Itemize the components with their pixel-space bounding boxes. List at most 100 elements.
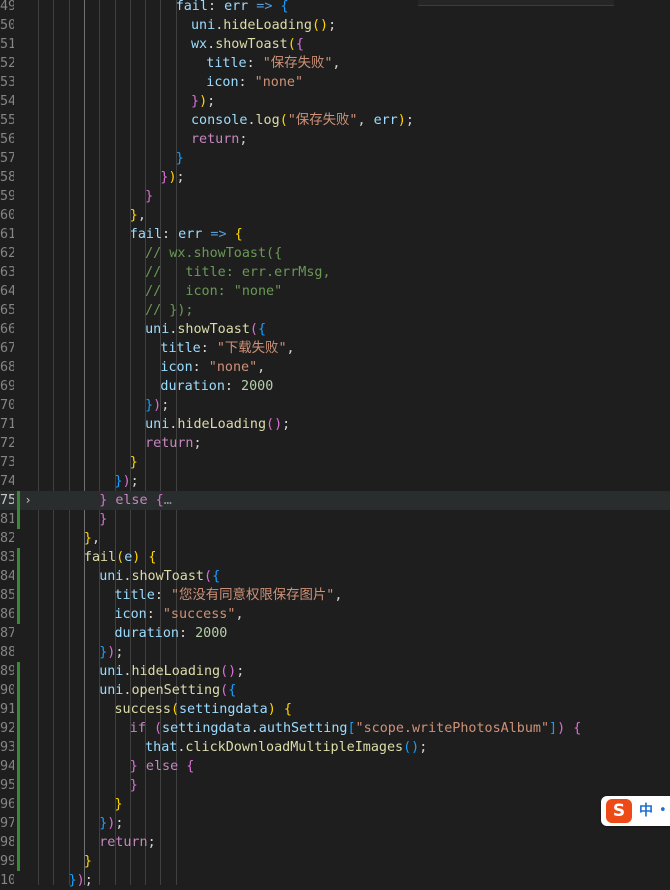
- code-line-88[interactable]: 88});: [0, 643, 670, 662]
- code-line-51[interactable]: 51 wx.showToast({: [0, 35, 670, 54]
- code-token: duration: [114, 626, 180, 641]
- code-line-70[interactable]: 70});: [0, 396, 670, 415]
- code-line-92[interactable]: 92 if (settingdata.authSetting["scope.wri…: [0, 719, 670, 738]
- git-modified-marker[interactable]: [17, 548, 20, 567]
- code-token: ;: [176, 170, 185, 185]
- line-number: 51: [0, 37, 14, 52]
- code-token: (: [279, 113, 288, 128]
- code-text: }: [145, 187, 153, 206]
- code-token: (): [311, 18, 329, 33]
- code-line-84[interactable]: 84 uni.showToast({: [0, 567, 670, 586]
- code-token: (: [220, 683, 229, 698]
- code-line-75[interactable]: 75 ›} else {…: [0, 491, 670, 510]
- code-token: ;: [147, 835, 156, 850]
- code-line-95[interactable]: 95}: [0, 776, 670, 795]
- code-line-50[interactable]: 50 uni.hideLoading();: [0, 16, 670, 35]
- git-modified-marker[interactable]: [17, 491, 20, 510]
- code-line-54[interactable]: 54});: [0, 92, 670, 111]
- code-line-94[interactable]: 94} else {: [0, 757, 670, 776]
- git-modified-marker[interactable]: [17, 662, 20, 681]
- code-token: {: [295, 37, 304, 52]
- chevron-right-icon[interactable]: ›: [22, 491, 34, 510]
- code-line-62[interactable]: 62 // wx.showToast({: [0, 244, 670, 263]
- git-modified-marker[interactable]: [17, 567, 20, 586]
- code-line-66[interactable]: 66 uni.showToast({: [0, 320, 670, 339]
- code-line-65[interactable]: 65 // });: [0, 301, 670, 320]
- code-line-60[interactable]: 60},: [0, 206, 670, 225]
- code-line-98[interactable]: 98 return;: [0, 833, 670, 852]
- code-line-69[interactable]: 69 duration: 2000: [0, 377, 670, 396]
- code-line-82[interactable]: 82},: [0, 529, 670, 548]
- git-modified-marker[interactable]: [17, 757, 20, 776]
- code-line-85[interactable]: 85 title: "您没有同意权限保存图片",: [0, 586, 670, 605]
- code-token: :: [224, 379, 242, 394]
- git-modified-marker[interactable]: [17, 795, 20, 814]
- sogou-s-icon[interactable]: S: [606, 799, 632, 823]
- code-text: duration: 2000: [160, 377, 273, 396]
- code-line-91[interactable]: 91 success(settingdata) {: [0, 700, 670, 719]
- code-line-97[interactable]: 97});: [0, 814, 670, 833]
- ime-mode-chinese[interactable]: 中: [639, 801, 653, 821]
- code-line-57[interactable]: 57}: [0, 149, 670, 168]
- code-line-74[interactable]: 74});: [0, 472, 670, 491]
- code-line-59[interactable]: 59}: [0, 187, 670, 206]
- code-line-52[interactable]: 52 title: "保存失败",: [0, 54, 670, 73]
- code-line-53[interactable]: 53 icon: "none": [0, 73, 670, 92]
- code-line-99[interactable]: 99}: [0, 852, 670, 871]
- line-number: 73: [0, 455, 14, 470]
- code-line-83[interactable]: 83 fail(e) {: [0, 548, 670, 567]
- code-line-55[interactable]: 55 console.log("保存失败", err);: [0, 111, 670, 130]
- line-number: 64: [0, 284, 14, 299]
- code-line-67[interactable]: 67 title: "下载失败",: [0, 339, 670, 358]
- code-line-72[interactable]: 72 return;: [0, 434, 670, 453]
- code-token: ,: [286, 341, 295, 356]
- code-text: return;: [145, 434, 201, 453]
- code-token: (: [287, 37, 296, 52]
- code-token: …: [163, 493, 172, 508]
- code-text: });: [160, 168, 184, 187]
- git-modified-marker[interactable]: [17, 586, 20, 605]
- git-modified-marker[interactable]: [17, 814, 20, 833]
- code-token: "scope.writePhotosAlbum": [355, 721, 550, 736]
- code-line-86[interactable]: 86 icon: "success",: [0, 605, 670, 624]
- ime-punctuation-icon[interactable]: •: [659, 804, 667, 818]
- code-line-87[interactable]: 87 duration: 2000: [0, 624, 670, 643]
- git-modified-marker[interactable]: [17, 738, 20, 757]
- code-token: }: [114, 474, 123, 489]
- git-modified-marker[interactable]: [17, 719, 20, 738]
- code-line-96[interactable]: 96}: [0, 795, 670, 814]
- code-token: ;: [115, 645, 124, 660]
- code-token: ,: [137, 208, 146, 223]
- code-line-63[interactable]: 63 // title: err.errMsg,: [0, 263, 670, 282]
- git-modified-marker[interactable]: [17, 681, 20, 700]
- code-line-90[interactable]: 90 uni.openSetting({: [0, 681, 670, 700]
- code-text: // wx.showToast({: [145, 244, 282, 263]
- git-modified-marker[interactable]: [17, 776, 20, 795]
- code-token: ): [76, 873, 85, 888]
- git-modified-marker[interactable]: [17, 510, 20, 529]
- code-line-58[interactable]: 58});: [0, 168, 670, 187]
- git-modified-marker[interactable]: [17, 605, 20, 624]
- code-line-64[interactable]: 64 // icon: "none": [0, 282, 670, 301]
- line-number: 72: [0, 436, 14, 451]
- code-text: },: [84, 529, 100, 548]
- git-modified-marker[interactable]: [17, 833, 20, 852]
- code-line-68[interactable]: 68 icon: "none",: [0, 358, 670, 377]
- code-editor[interactable]: 49 fail: err => {50 uni.hideLoading(); 51 wx…: [0, 0, 670, 888]
- git-modified-marker[interactable]: [17, 700, 20, 719]
- code-line-73[interactable]: 73}: [0, 453, 670, 472]
- git-modified-marker[interactable]: [17, 852, 20, 871]
- code-token: title: [114, 588, 155, 603]
- code-line-81[interactable]: 81}: [0, 510, 670, 529]
- code-token: ,: [235, 607, 244, 622]
- code-line-89[interactable]: 89 uni.hideLoading();: [0, 662, 670, 681]
- code-token: ;: [84, 873, 93, 888]
- code-line-61[interactable]: 61 fail: err => {: [0, 225, 670, 244]
- ime-toolbar[interactable]: S 中 •: [601, 796, 670, 826]
- code-text: icon: "success",: [115, 605, 244, 624]
- code-line-71[interactable]: 71 uni.hideLoading();: [0, 415, 670, 434]
- code-line-100[interactable]: 100});: [0, 871, 670, 890]
- code-line-56[interactable]: 56 return;: [0, 130, 670, 149]
- code-line-93[interactable]: 93 that.clickDownloadMultipleImages();: [0, 738, 670, 757]
- code-text: uni.hideLoading();: [145, 415, 290, 434]
